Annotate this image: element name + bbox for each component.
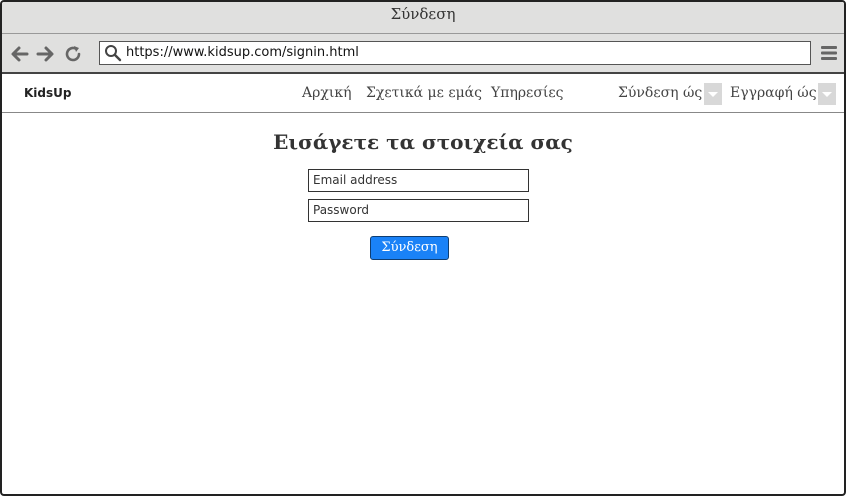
login-as-dropdown[interactable]: Σύνδεση ώς xyxy=(618,85,702,101)
brand-logo[interactable]: KidsUp xyxy=(24,86,71,100)
reload-icon[interactable] xyxy=(63,44,83,64)
nav-link-about[interactable]: Σχετικά με εμάς xyxy=(366,85,482,101)
nav-link-services[interactable]: Υπηρεσίες xyxy=(491,85,563,101)
password-field[interactable]: Password xyxy=(308,199,529,222)
hamburger-menu-icon[interactable] xyxy=(820,44,838,62)
address-bar[interactable]: https://www.kidsup.com/signin.html xyxy=(99,41,811,65)
browser-toolbar: https://www.kidsup.com/signin.html xyxy=(2,34,844,74)
url-text: https://www.kidsup.com/signin.html xyxy=(126,45,359,60)
register-as-dropdown[interactable]: Εγγραφή ώς xyxy=(730,85,817,101)
email-field[interactable]: Email address xyxy=(308,169,529,192)
window-title: Σύνδεση xyxy=(390,5,456,23)
search-icon xyxy=(105,45,122,62)
arrow-left-icon[interactable] xyxy=(10,44,30,64)
site-navbar: KidsUp Αρχική Σχετικά με εμάς Υπηρεσίες … xyxy=(2,74,844,113)
form-heading: Εισάγετε τα στοιχεία σας xyxy=(273,130,573,154)
chevron-down-icon[interactable] xyxy=(818,83,836,105)
window-titlebar: Σύνδεση xyxy=(2,2,844,34)
signin-form: Εισάγετε τα στοιχεία σας Email address P… xyxy=(2,113,844,493)
browser-window: Σύνδεση https://www.kidsup.com/signin.ht… xyxy=(0,0,846,496)
arrow-right-icon[interactable] xyxy=(35,44,55,64)
chevron-down-icon[interactable] xyxy=(704,83,722,105)
nav-link-home[interactable]: Αρχική xyxy=(302,85,351,101)
signin-button[interactable]: Σύνδεση xyxy=(370,236,449,260)
